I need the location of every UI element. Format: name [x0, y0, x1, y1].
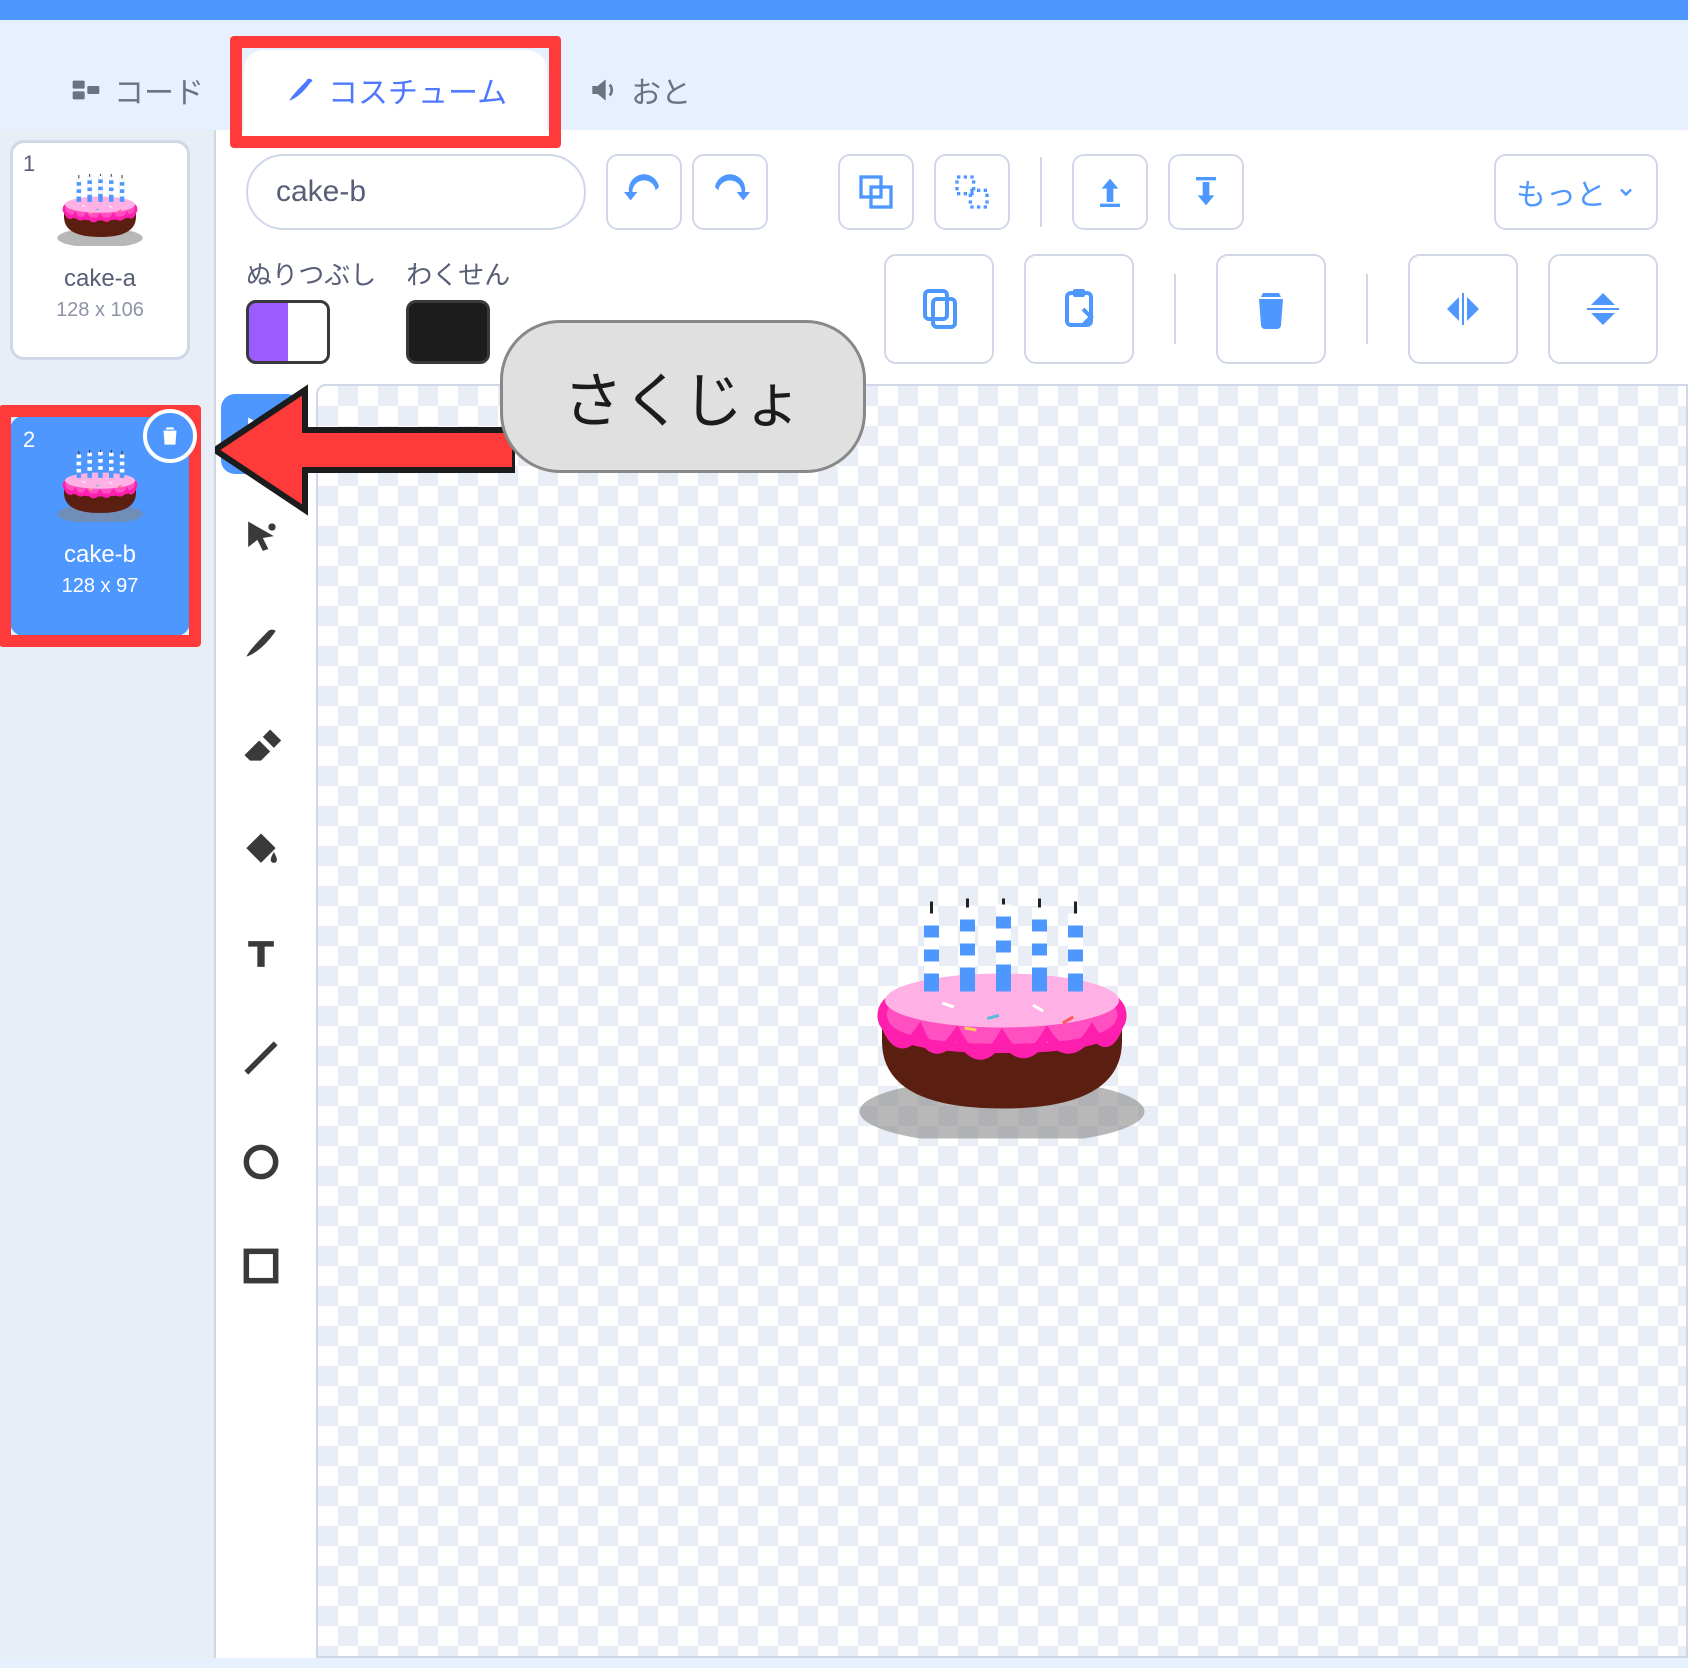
annotation-text: さくじょ: [563, 368, 803, 435]
fill-label: ぬりつぶし: [246, 255, 376, 292]
costume-thumb-2: [50, 441, 150, 531]
trash-icon: [157, 423, 183, 449]
toolbar-bottom: ぬりつぶし わくせん: [216, 244, 1688, 384]
tab-costumes[interactable]: コスチューム: [244, 50, 547, 130]
flip-vertical-button[interactable]: [1548, 254, 1658, 364]
costume-number: 2: [23, 427, 35, 453]
cake-sprite[interactable]: [852, 899, 1152, 1144]
fill-tool[interactable]: [221, 810, 301, 890]
undo-icon: [624, 172, 664, 212]
bucket-icon: [239, 828, 283, 872]
copy-icon: [915, 285, 963, 333]
tab-sounds-label: おと: [631, 68, 691, 112]
forward-icon: [1090, 172, 1130, 212]
tab-code-label: コード: [114, 68, 204, 112]
tabs-row: コード コスチューム おと: [0, 20, 1688, 130]
toolbar-top: もっと: [216, 130, 1688, 244]
eraser-icon: [239, 724, 283, 768]
rect-tool[interactable]: [221, 1226, 301, 1306]
costume-name-label: cake-b: [64, 541, 136, 569]
outline-swatch[interactable]: [406, 300, 490, 364]
costume-name-input[interactable]: [246, 154, 586, 230]
text-tool[interactable]: [221, 914, 301, 994]
app-topbar: [0, 0, 1688, 20]
text-icon: [239, 932, 283, 976]
costume-dims: 128 x 106: [56, 299, 144, 322]
tool-column: [216, 384, 306, 1658]
annotation-arrow: [215, 380, 515, 525]
ungroup-button[interactable]: [934, 154, 1010, 230]
tab-sounds[interactable]: おと: [547, 50, 731, 130]
redo-icon: [710, 172, 750, 212]
more-button[interactable]: もっと: [1494, 154, 1658, 230]
fill-swatch[interactable]: [246, 300, 330, 364]
costume-dims: 128 x 97: [62, 575, 139, 598]
outline-label: わくせん: [406, 255, 510, 292]
line-tool[interactable]: [221, 1018, 301, 1098]
canvas[interactable]: [316, 384, 1688, 1658]
flip-h-icon: [1439, 285, 1487, 333]
backward-button[interactable]: [1168, 154, 1244, 230]
paste-icon: [1055, 285, 1103, 333]
backward-icon: [1186, 172, 1226, 212]
circle-icon: [239, 1140, 283, 1184]
group-button[interactable]: [838, 154, 914, 230]
forward-button[interactable]: [1072, 154, 1148, 230]
eraser-tool[interactable]: [221, 706, 301, 786]
costume-name-label: cake-a: [64, 265, 136, 293]
redo-button[interactable]: [692, 154, 768, 230]
annotation: さくじょ: [500, 320, 866, 473]
square-icon: [239, 1244, 283, 1288]
delete-costume-button[interactable]: [143, 409, 197, 463]
flip-horizontal-button[interactable]: [1408, 254, 1518, 364]
costume-thumb-1: [50, 165, 150, 255]
flip-v-icon: [1579, 285, 1627, 333]
costume-editor: もっと ぬりつぶし わくせん: [216, 130, 1688, 1658]
line-icon: [239, 1036, 283, 1080]
divider: [1366, 274, 1368, 344]
brush-tool[interactable]: [221, 602, 301, 682]
costume-item-1[interactable]: 1 cake-a 128 x 106: [10, 140, 190, 360]
divider: [1040, 157, 1042, 227]
trash-icon: [1247, 285, 1295, 333]
costume-list: 1 cake-a 128 x 106 2 cake-b 128 x 97: [0, 130, 216, 1658]
group-icon: [856, 172, 896, 212]
tab-code[interactable]: コード: [30, 50, 244, 130]
paste-button[interactable]: [1024, 254, 1134, 364]
copy-button[interactable]: [884, 254, 994, 364]
delete-button[interactable]: [1216, 254, 1326, 364]
costume-item-2[interactable]: 2 cake-b 128 x 97: [10, 416, 190, 636]
divider: [1174, 274, 1176, 344]
annotation-bubble: さくじょ: [500, 320, 866, 473]
tab-costumes-label: コスチューム: [328, 68, 507, 112]
circle-tool[interactable]: [221, 1122, 301, 1202]
more-label: もっと: [1516, 170, 1606, 214]
chevron-down-icon: [1616, 182, 1636, 202]
costume-number: 1: [23, 151, 35, 177]
undo-button[interactable]: [606, 154, 682, 230]
ungroup-icon: [952, 172, 992, 212]
brush-icon: [239, 620, 283, 664]
